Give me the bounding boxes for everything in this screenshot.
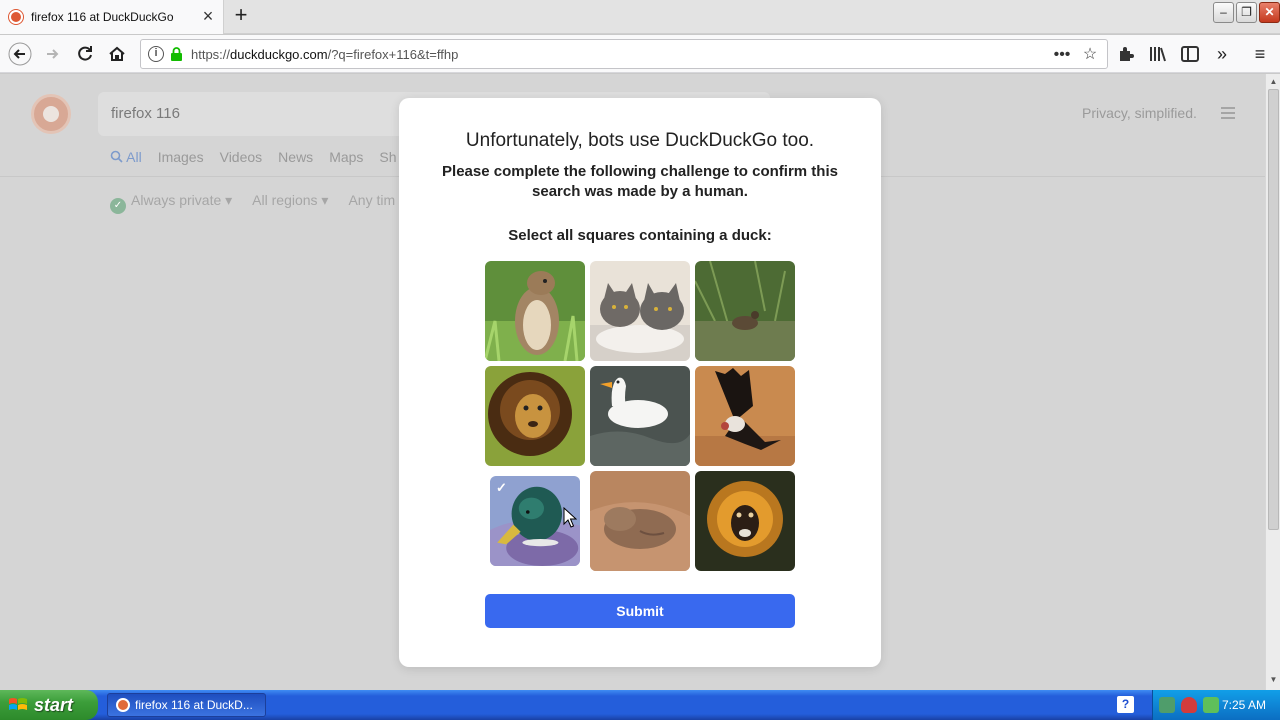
new-tab-button[interactable]: +	[229, 4, 253, 28]
challenge-title: Unfortunately, bots use DuckDuckGo too.	[465, 130, 815, 151]
taskbar-firefox-window[interactable]: firefox 116 at DuckD...	[107, 693, 266, 717]
overflow-chevron-icon[interactable]: »	[1210, 42, 1234, 66]
windows-flag-icon	[9, 698, 27, 710]
sidebar-icon[interactable]	[1178, 42, 1202, 66]
start-label: start	[34, 694, 74, 715]
security-shield-icon[interactable]	[1181, 697, 1197, 713]
filter-time[interactable]: Any tim	[348, 192, 395, 214]
url-text[interactable]: https://duckduckgo.com/?q=firefox+116&t=…	[191, 47, 458, 62]
tile-white-duck[interactable]	[590, 366, 690, 466]
scroll-up-icon[interactable]: ▲	[1268, 76, 1279, 88]
tab-videos[interactable]: Videos	[220, 149, 263, 165]
tile-condor[interactable]	[695, 366, 795, 466]
minimize-button[interactable]: –	[1213, 2, 1234, 23]
tab-shopping[interactable]: Sh	[379, 149, 396, 165]
start-button[interactable]: start	[0, 690, 98, 720]
image-grid: ✓	[485, 261, 795, 571]
check-icon: ✓	[110, 198, 126, 214]
clock[interactable]: 7:25 AM	[1222, 698, 1266, 712]
privacy-tagline[interactable]: Privacy, simplified.	[1082, 105, 1197, 121]
search-filters: ✓ Always private ▾ All regions ▾ Any tim	[110, 192, 395, 214]
navigation-toolbar: i https://duckduckgo.com/?q=firefox+116&…	[0, 35, 1280, 73]
search-query-text: firefox 116	[111, 105, 180, 122]
search-icon	[110, 150, 123, 163]
tile-sleeping-animal[interactable]	[590, 471, 690, 571]
tab-maps[interactable]: Maps	[329, 149, 363, 165]
tile-cats[interactable]	[590, 261, 690, 361]
network-icon[interactable]	[1159, 697, 1175, 713]
selected-check-icon: ✓	[496, 480, 507, 495]
tab-title: firefox 116 at DuckDuckGo	[31, 10, 174, 24]
submit-button[interactable]: Submit	[485, 594, 795, 628]
url-bar[interactable]: i https://duckduckgo.com/?q=firefox+116&…	[140, 39, 1108, 69]
challenge-subtitle: Please complete the following challenge …	[442, 163, 838, 200]
home-icon[interactable]	[105, 42, 129, 66]
help-icon[interactable]: ?	[1117, 696, 1134, 713]
restore-button[interactable]: ❐	[1236, 2, 1257, 23]
page-menu-icon[interactable]	[1221, 107, 1235, 122]
firefox-icon	[116, 698, 130, 712]
tray-app-icon[interactable]	[1203, 697, 1219, 713]
info-icon[interactable]: i	[148, 46, 164, 62]
tile-lion[interactable]	[485, 366, 585, 466]
filter-always-private[interactable]: ✓ Always private ▾	[110, 192, 232, 214]
page-actions-icon[interactable]: •••	[1050, 43, 1074, 67]
taskbar-window-label: firefox 116 at DuckD...	[135, 698, 253, 712]
bot-challenge-dialog: Unfortunately, bots use DuckDuckGo too. …	[399, 98, 881, 667]
tile-squirrel[interactable]	[485, 261, 585, 361]
lock-icon	[171, 47, 182, 61]
library-icon[interactable]	[1146, 42, 1170, 66]
tab-news[interactable]: News	[278, 149, 313, 165]
reload-icon[interactable]	[73, 42, 97, 66]
window-close-button[interactable]: ✕	[1259, 2, 1280, 23]
mouse-cursor-icon	[563, 507, 577, 528]
extensions-icon[interactable]	[1114, 42, 1138, 66]
duckduckgo-favicon-icon	[9, 10, 23, 24]
bookmark-star-icon[interactable]: ☆	[1078, 43, 1102, 67]
forward-arrow-icon[interactable]	[41, 42, 65, 66]
scroll-down-icon[interactable]: ▼	[1268, 674, 1279, 686]
close-tab-icon[interactable]: ×	[198, 6, 218, 26]
browser-tab[interactable]: firefox 116 at DuckDuckGo ×	[0, 0, 224, 34]
tab-strip: firefox 116 at DuckDuckGo × + – ❐ ✕	[0, 0, 1280, 34]
search-tabs: All Images Videos News Maps Sh	[110, 149, 397, 165]
back-arrow-icon[interactable]	[8, 42, 32, 66]
hamburger-menu-icon[interactable]: ≡	[1248, 42, 1272, 66]
filter-regions[interactable]: All regions ▾	[252, 192, 328, 214]
scrollbar-thumb[interactable]	[1268, 89, 1279, 530]
vertical-scrollbar[interactable]: ▲ ▼	[1265, 74, 1280, 690]
challenge-prompt: Select all squares containing a duck:	[508, 227, 772, 244]
tab-images[interactable]: Images	[158, 149, 204, 165]
windows-taskbar: start firefox 116 at DuckD... ? 7:25 AM	[0, 690, 1280, 720]
duckduckgo-logo-icon[interactable]	[31, 94, 71, 134]
tile-monkey[interactable]	[695, 471, 795, 571]
tile-bird-in-grass[interactable]	[695, 261, 795, 361]
tab-all[interactable]: All	[110, 149, 142, 165]
window-controls: – ❐ ✕	[1213, 2, 1280, 23]
